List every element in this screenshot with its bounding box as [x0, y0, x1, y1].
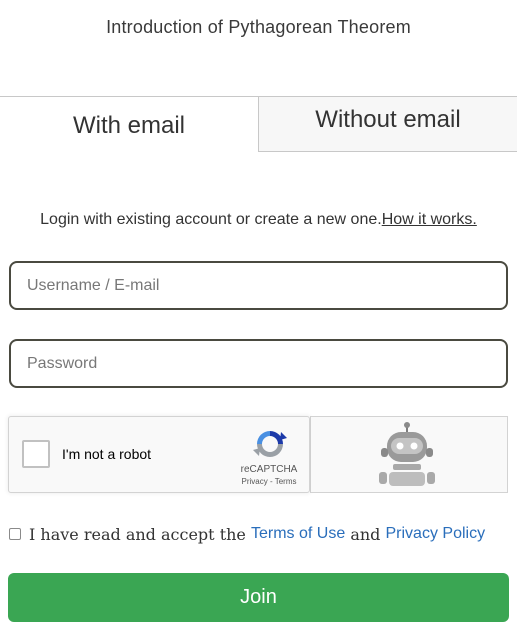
- recaptcha-label: I'm not a robot: [62, 446, 152, 462]
- robot-icon: [379, 422, 435, 486]
- recaptcha-privacy-terms[interactable]: Privacy - Terms: [233, 477, 305, 486]
- tab-with-email[interactable]: With email: [0, 96, 258, 152]
- terms-row: I have read and accept the Terms of Use …: [9, 523, 485, 545]
- recaptcha-logo-icon: [253, 431, 287, 457]
- login-tabs: With email Without email: [0, 96, 517, 152]
- signup-page: Introduction of Pythagorean Theorem With…: [0, 0, 517, 634]
- how-it-works-link[interactable]: How it works.: [382, 211, 477, 228]
- intro-message: Login with existing account or create a …: [40, 211, 382, 228]
- terms-checkbox[interactable]: [9, 528, 21, 540]
- password-input[interactable]: [9, 339, 508, 388]
- tab-without-email[interactable]: Without email: [258, 96, 517, 152]
- terms-prefix: I have read and accept the: [29, 524, 251, 544]
- recaptcha-brand: reCAPTCHA: [240, 464, 298, 475]
- username-email-input[interactable]: [9, 261, 508, 310]
- robot-panel: [310, 416, 508, 493]
- terms-of-use-link[interactable]: Terms of Use: [251, 525, 345, 543]
- terms-joiner: and: [345, 524, 386, 544]
- recaptcha-checkbox[interactable]: [22, 440, 50, 468]
- intro-text: Login with existing account or create a …: [0, 211, 517, 229]
- join-button[interactable]: Join: [8, 573, 509, 622]
- privacy-policy-link[interactable]: Privacy Policy: [386, 525, 486, 543]
- page-title: Introduction of Pythagorean Theorem: [106, 17, 411, 37]
- recaptcha-widget: I'm not a robot reCAPTCHA Privacy - Term…: [8, 416, 310, 493]
